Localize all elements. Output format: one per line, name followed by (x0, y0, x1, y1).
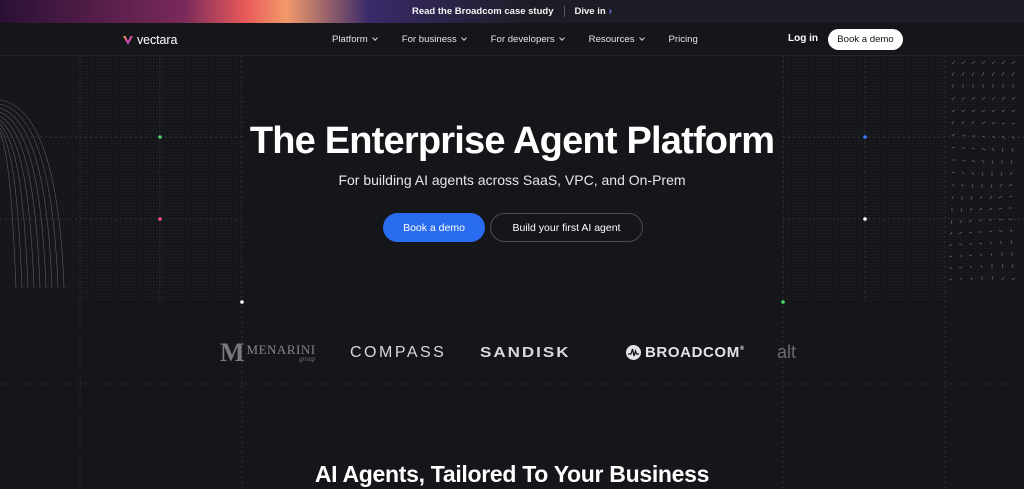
brand-name: vectara (137, 33, 178, 47)
section-title: AI Agents, Tailored To Your Business (314, 461, 710, 487)
nav-item-label: Pricing (668, 34, 698, 45)
nav-item-for-business[interactable]: For business (401, 34, 467, 45)
nav-item-label: For business (401, 34, 457, 45)
nav-item-label: For developers (490, 34, 555, 45)
chevron-down-icon (460, 35, 467, 41)
vectara-logo-icon (123, 36, 133, 45)
announcement-link[interactable]: Dive in › (575, 6, 613, 17)
sandisk-logo: SANDISK (480, 344, 571, 361)
partial-logo: alt (777, 342, 797, 362)
hero-subtitle: For building AI agents across SaaS, VPC,… (338, 172, 686, 188)
menarini-logo: M MENARINI group (220, 330, 316, 375)
chevron-down-icon (371, 35, 378, 41)
broadcom-registered-mark: ® (739, 346, 745, 352)
nav-item-for-developers[interactable]: For developers (490, 34, 565, 45)
announcement-divider (563, 6, 565, 17)
chevron-down-icon (558, 35, 565, 41)
announcement-bar: Read the Broadcom case study Dive in › (0, 0, 1024, 23)
brand-logo[interactable]: vectara (122, 32, 177, 48)
nav-item-platform[interactable]: Platform (332, 34, 378, 45)
menarini-name: MENARINI (246, 341, 316, 357)
menarini-suffix: group (299, 354, 316, 363)
main-nav: vectara Platform For business For develo… (0, 23, 1024, 56)
nav-item-label: Platform (332, 34, 368, 45)
nav-menu: Platform For business For developers Res… (332, 23, 698, 56)
nav-item-pricing[interactable]: Pricing (669, 34, 698, 45)
customer-logo-strip: M MENARINI group COMPASS SANDISK BROADCO… (0, 330, 1024, 375)
hero-title: The Enterprise Agent Platform (249, 120, 775, 162)
broadcom-name: BROADCOM (645, 344, 740, 361)
nav-item-resources[interactable]: Resources (588, 34, 645, 45)
broadcom-logo: BROADCOM ® (626, 330, 745, 375)
compass-logo: COMPASS (350, 343, 447, 361)
build-first-agent-button[interactable]: Build your first AI agent (490, 213, 643, 242)
nav-book-demo-button[interactable]: Book a demo (828, 29, 903, 50)
announcement-link-label: Dive in (574, 6, 606, 17)
hero-book-demo-button[interactable]: Book a demo (383, 213, 485, 242)
nav-item-label: Resources (588, 34, 635, 45)
chevron-right-icon: › (608, 6, 612, 17)
login-link[interactable]: Log in (788, 33, 818, 44)
chevron-down-icon (638, 35, 645, 41)
menarini-mark-icon: M (220, 337, 245, 367)
announcement-text: Read the Broadcom case study (412, 6, 554, 17)
broadcom-mark-icon (626, 345, 641, 360)
